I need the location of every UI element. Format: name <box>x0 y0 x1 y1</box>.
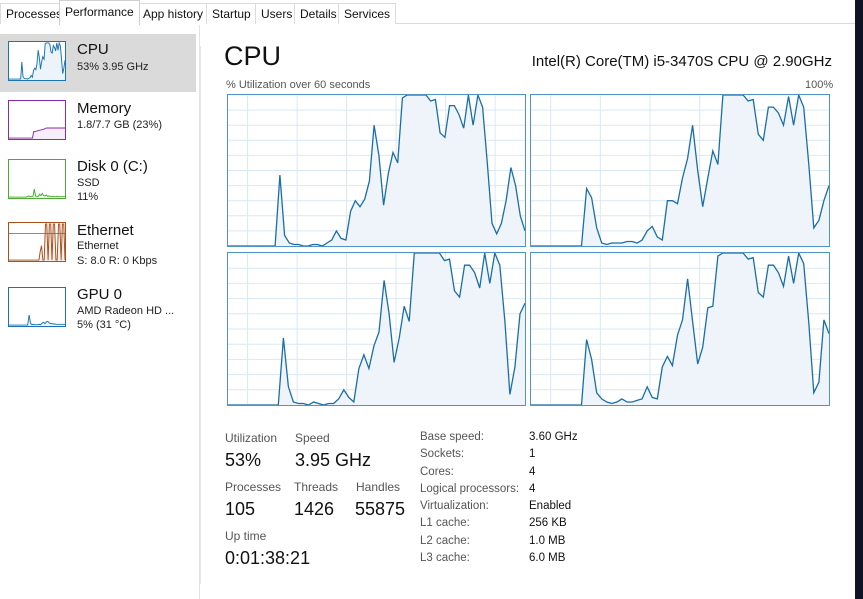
spec-value: 1 <box>529 448 536 460</box>
tab-performance[interactable]: Performance <box>59 0 140 25</box>
tab-details[interactable]: Details <box>294 3 343 24</box>
sidebar-title: Disk 0 (C:) <box>77 158 148 175</box>
spec-value: Enabled <box>529 500 572 512</box>
disk-spark-line <box>9 188 65 198</box>
sidebar-title: Memory <box>77 100 132 117</box>
memory-spark-area <box>9 127 65 139</box>
uptime-label: Up time <box>225 529 267 543</box>
sidebar-subtitle: 1.8/7.7 GB (23%) <box>77 119 162 131</box>
spec-value: 256 KB <box>529 517 567 529</box>
spec-value: 4 <box>529 466 536 478</box>
ethernet-thumbnail-graph <box>8 222 66 262</box>
sidebar-subtitle: 53% 3.95 GHz <box>77 61 149 73</box>
speed-label: Speed <box>295 431 330 445</box>
gpu-spark-line <box>9 314 65 326</box>
core-0-graph <box>227 94 526 247</box>
core-2-plot <box>228 253 525 405</box>
tab-users[interactable]: Users <box>255 3 299 24</box>
sidebar-title: GPU 0 <box>77 286 123 303</box>
sidebar-item-disk[interactable]: Disk 0 (C:) SSD 11% <box>0 150 196 208</box>
spec-value: 1.0 MB <box>529 535 566 547</box>
page-title: CPU <box>224 41 282 71</box>
spec-key: Sockets: <box>420 448 465 460</box>
spec-key: Base speed: <box>420 431 484 443</box>
processes-label: Processes <box>225 480 282 494</box>
desktop-edge <box>855 0 863 599</box>
tab-processes[interactable]: Processes <box>0 3 69 24</box>
sidebar-subtitle: SSD <box>77 177 100 189</box>
spec-key: L1 cache: <box>420 517 470 529</box>
core-0-plot <box>228 95 525 246</box>
spec-value: 6.0 MB <box>529 552 566 564</box>
handles-value: 55875 <box>355 499 406 519</box>
utilization-value: 53% <box>225 450 262 470</box>
task-manager-window: Processes Performance App history Startu… <box>0 0 863 599</box>
tab-startup[interactable]: Startup <box>206 3 257 24</box>
core-3-plot <box>531 253 829 405</box>
spec-key: L3 cache: <box>420 552 470 564</box>
spec-key: Cores: <box>420 466 454 478</box>
ethernet-spark-line <box>9 223 65 261</box>
spec-key: Logical processors: <box>420 483 520 495</box>
utilization-label: Utilization <box>225 431 278 445</box>
speed-value: 3.95 GHz <box>295 450 372 470</box>
resource-sidebar: CPU 53% 3.95 GHz Memory 1.8/7.7 GB (23%)… <box>0 25 200 599</box>
core-1-graph <box>530 94 830 247</box>
spec-value: 4 <box>529 483 536 495</box>
disk-thumbnail-graph <box>8 159 66 199</box>
processes-value: 105 <box>225 499 256 519</box>
spec-value: 3.60 GHz <box>529 431 578 443</box>
panel-divider <box>200 46 201 584</box>
uptime-value: 0:01:38:21 <box>225 548 311 568</box>
cpu-model-name: Intel(R) Core(TM) i5-3470S CPU @ 2.90GHz <box>531 53 832 70</box>
sidebar-title: CPU <box>77 41 109 58</box>
threads-label: Threads <box>294 480 339 494</box>
sidebar-item-memory[interactable]: Memory 1.8/7.7 GB (23%) <box>0 92 196 150</box>
sidebar-subtitle: AMD Radeon HD ... <box>77 305 175 317</box>
cpu-thumbnail-graph <box>8 41 66 81</box>
gpu-thumbnail-graph <box>8 287 66 327</box>
sidebar-item-gpu[interactable]: GPU 0 AMD Radeon HD ... 5% (31 °C) <box>0 278 196 336</box>
sidebar-title: Ethernet <box>77 222 134 239</box>
sidebar-detail: 5% (31 °C) <box>77 319 131 331</box>
core-1-plot <box>531 95 829 246</box>
spec-key: L2 cache: <box>420 535 470 547</box>
graph-max-label: 100% <box>805 79 834 91</box>
sidebar-detail: 11% <box>77 191 99 203</box>
core-3-graph <box>530 252 830 406</box>
threads-value: 1426 <box>294 499 335 519</box>
memory-thumbnail-graph <box>8 100 66 140</box>
spec-key: Virtualization: <box>420 500 489 512</box>
sidebar-item-ethernet[interactable]: Ethernet Ethernet S: 8.0 R: 0 Kbps <box>0 213 196 271</box>
tab-services[interactable]: Services <box>338 3 397 24</box>
sidebar-detail: S: 8.0 R: 0 Kbps <box>77 255 158 267</box>
graph-caption: % Utilization over 60 seconds <box>226 79 371 91</box>
tab-bar: Processes Performance App history Startu… <box>0 0 855 25</box>
tab-app-history[interactable]: App history <box>137 3 210 24</box>
handles-label: Handles <box>356 480 401 494</box>
sidebar-item-cpu[interactable]: CPU 53% 3.95 GHz <box>0 34 196 92</box>
ethernet-spark-area <box>9 223 65 261</box>
sidebar-subtitle: Ethernet <box>77 240 119 252</box>
core-2-graph <box>227 252 526 406</box>
